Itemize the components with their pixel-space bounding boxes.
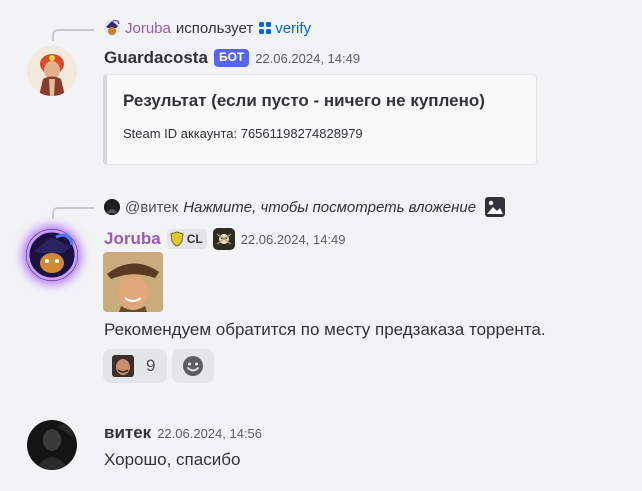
reply-spine [52,29,94,41]
skull-pirate-icon[interactable] [212,228,235,250]
joruba-avatar[interactable] [26,229,78,281]
attached-image[interactable] [103,252,163,312]
timestamp[interactable]: 22.06.2024, 14:49 [255,51,360,66]
joruba-mini-avatar [104,19,120,36]
vitek-mini-avatar [104,199,120,215]
timestamp[interactable]: 22.06.2024, 14:49 [241,232,346,247]
role-badge[interactable]: CL [166,229,207,249]
message-header: Joruba CL 22.06.2024, 14:49 [104,228,346,250]
message-header: Guardacosta БОТ 22.06.2024, 14:49 [104,47,360,69]
message-content: Рекомендуем обратится по месту предзаказ… [104,320,546,339]
bot-badge: БОТ [213,49,250,67]
reply-action: использует [175,19,254,37]
reply-username[interactable]: @витек [125,199,178,216]
reply-command[interactable]: verify [275,20,311,37]
timestamp[interactable]: 22.06.2024, 14:56 [157,426,262,441]
reply-preview[interactable]: Joruba использует verify [104,18,311,38]
author-name[interactable]: Joruba [104,229,161,249]
message-content: Хорошо, спасибо [104,450,241,469]
reply-preview[interactable]: @витек Нажмите, чтобы посмотреть вложени… [104,197,506,217]
reply-attachment-text[interactable]: Нажмите, чтобы посмотреть вложение [183,199,476,216]
apps-icon [258,21,272,35]
custom-face-emoji [112,355,134,377]
shield-icon [169,231,185,247]
image-icon [484,196,506,218]
author-name[interactable]: Guardacosta [104,48,208,68]
embed-title: Результат (если пусто - ничего не куплен… [123,91,485,110]
reaction-count: 9 [146,356,156,375]
reply-spine [52,207,94,219]
smile-icon [182,355,204,377]
vitek-avatar[interactable] [27,420,77,470]
embed: Результат (если пусто - ничего не куплен… [103,74,537,165]
message-header: витек 22.06.2024, 14:56 [104,422,262,444]
embed-field: Steam ID аккаунта: 76561198274828979 [123,126,363,141]
reply-username[interactable]: Joruba [125,20,171,37]
guardacosta-avatar[interactable] [27,46,77,96]
chat-area: Joruba использует verify Guardacosta БОТ… [0,0,642,491]
add-reaction-button[interactable] [172,349,214,383]
reaction-chip[interactable]: 9 [103,349,167,383]
author-name[interactable]: витек [104,423,151,443]
role-tag: CL [186,232,203,246]
